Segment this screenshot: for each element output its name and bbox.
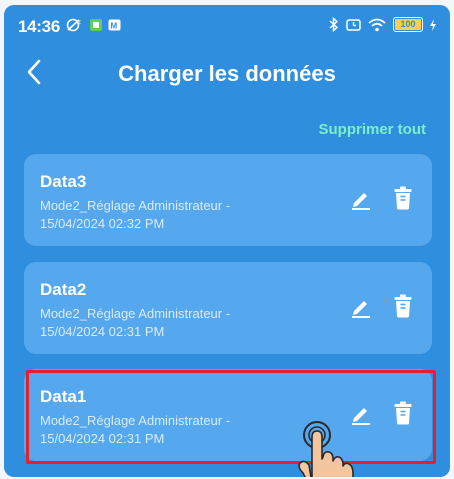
app-notification-icon <box>90 19 102 31</box>
item-description: Mode2_Réglage Administrateur - <box>40 306 231 321</box>
bluetooth-icon <box>329 17 339 32</box>
delete-all-button[interactable]: Supprimer tout <box>319 121 427 138</box>
list-item[interactable]: Data3 Mode2_Réglage Administrateur - 15/… <box>24 154 432 246</box>
item-timestamp: 15/04/2024 02:32 PM <box>40 216 165 231</box>
item-name: Data3 <box>40 172 87 191</box>
app-header: Charger les données <box>4 51 450 95</box>
page-title: Charger les données <box>118 61 336 86</box>
svg-text:z: z <box>78 20 81 26</box>
item-name: Data2 <box>40 280 87 299</box>
do-not-disturb-icon: z <box>66 18 81 32</box>
status-bar: 14:36 z M 100 <box>4 5 450 41</box>
trash-icon[interactable] <box>394 186 412 210</box>
trash-icon[interactable] <box>394 294 412 318</box>
item-description: Mode2_Réglage Administrateur - <box>40 198 231 213</box>
phone-screen: 14:36 z M 100 Charger les données Suppri… <box>4 5 450 477</box>
list-item[interactable]: Data2 Mode2_Réglage Administrateur - 15/… <box>24 262 432 354</box>
wifi-icon <box>368 18 386 31</box>
svg-text:M: M <box>111 22 118 31</box>
alarm-icon <box>346 18 361 31</box>
edit-pencil-icon[interactable] <box>350 188 372 210</box>
charging-icon <box>430 18 436 31</box>
item-timestamp: 15/04/2024 02:31 PM <box>40 324 165 339</box>
tap-hand-pointer-icon <box>298 421 354 477</box>
edit-pencil-icon[interactable] <box>350 296 372 318</box>
battery-indicator: 100 <box>393 17 423 32</box>
selection-highlight-box <box>26 370 436 464</box>
status-time: 14:36 <box>18 17 60 36</box>
message-notification-icon: M <box>108 19 121 31</box>
